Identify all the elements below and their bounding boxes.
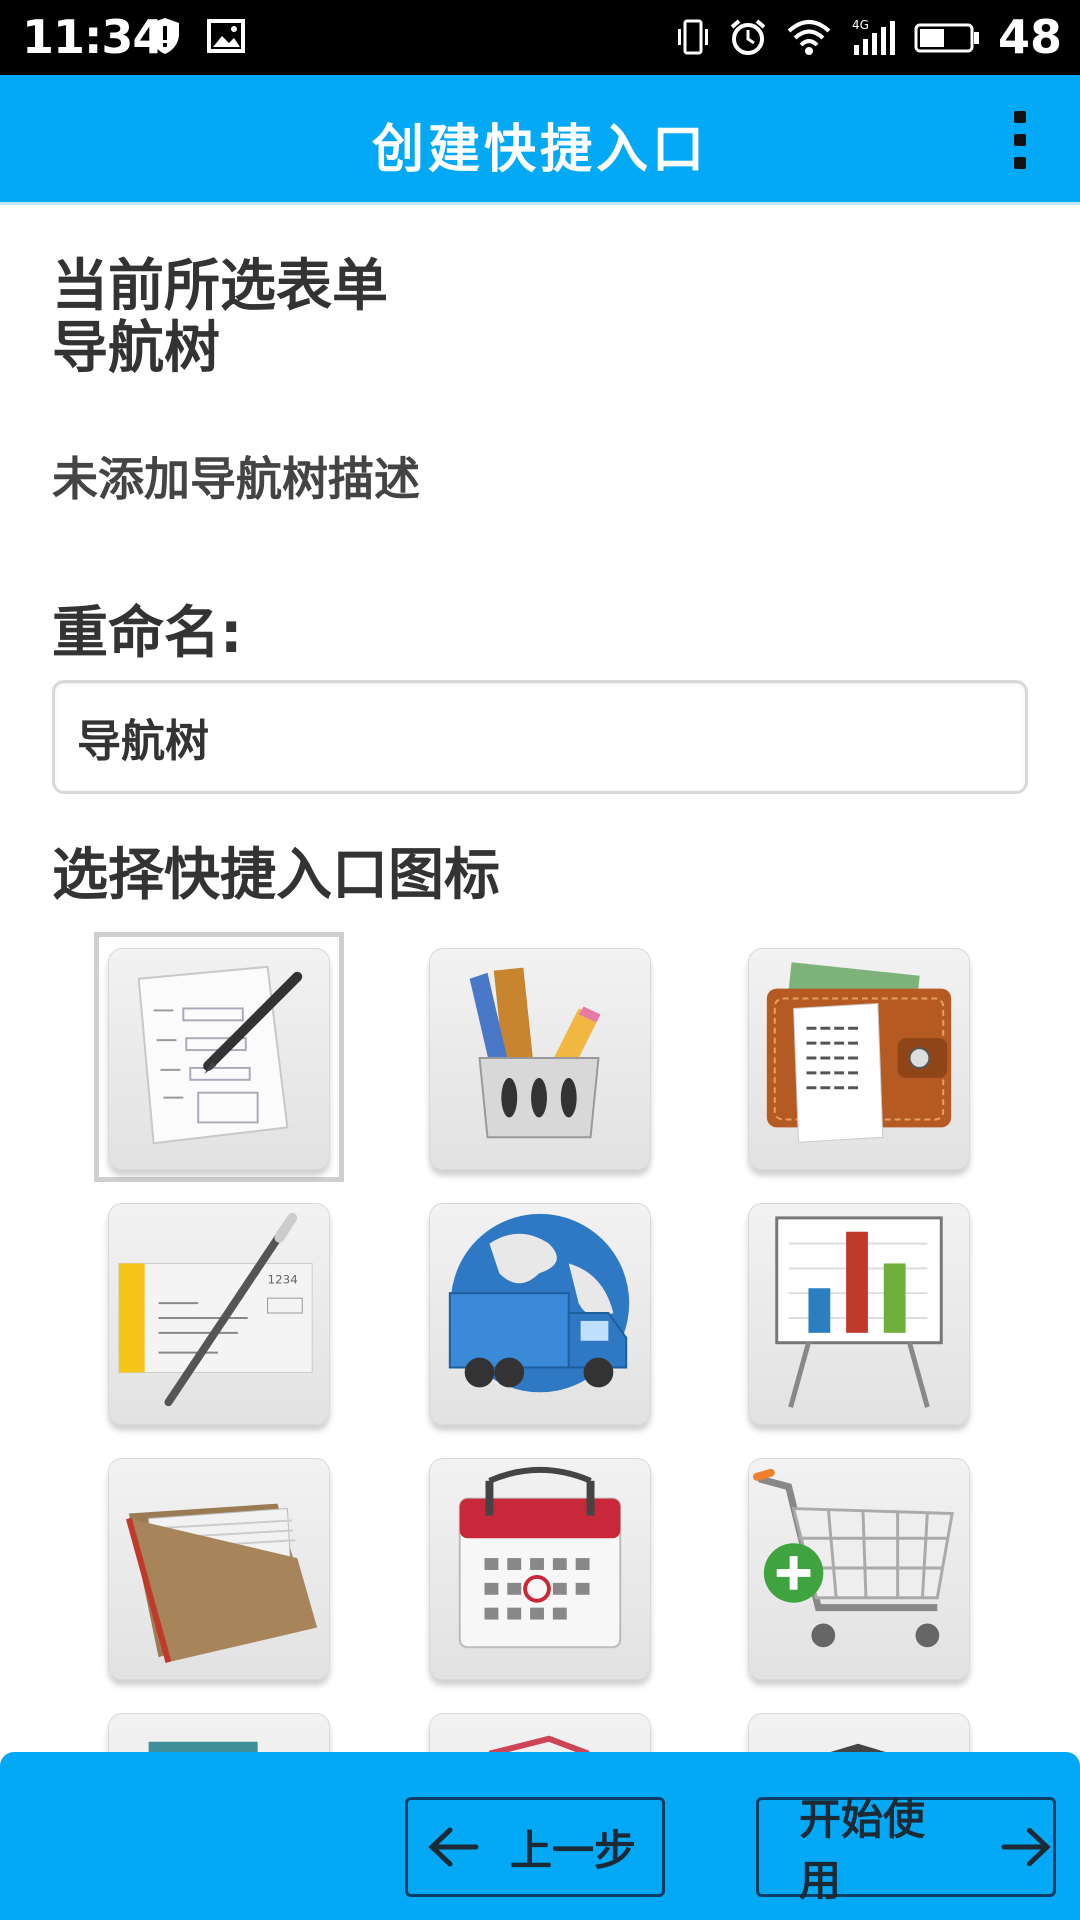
globe-truck-icon bbox=[448, 1213, 630, 1393]
current-form-label: 当前所选表单 bbox=[52, 254, 388, 319]
file-folder-icon bbox=[125, 1503, 318, 1663]
wallet-icon bbox=[766, 962, 952, 1143]
battery-level: 48 bbox=[997, 10, 1062, 64]
status-time: 11:34 bbox=[22, 10, 164, 64]
icon-option[interactable] bbox=[748, 1458, 970, 1680]
icon-option[interactable] bbox=[429, 1458, 651, 1680]
calendar-icon bbox=[458, 1467, 622, 1649]
main-content: 当前所选表单 导航树 未添加导航树描述 重命名: 选择快捷入口图标 bbox=[0, 208, 1080, 1753]
page-title: 创建快捷入口 bbox=[371, 120, 708, 180]
arrow-right-icon bbox=[1001, 1827, 1051, 1867]
icon-section-label: 选择快捷入口图标 bbox=[52, 843, 500, 908]
start-button-label: 开始使用 bbox=[799, 1795, 926, 1905]
shield-icon bbox=[151, 18, 179, 54]
current-form-name: 导航树 bbox=[52, 316, 220, 381]
icon-option[interactable] bbox=[429, 1713, 651, 1753]
shopping-cart-add-icon bbox=[752, 1468, 954, 1648]
svg-text:1234: 1234 bbox=[268, 1272, 298, 1286]
icon-option[interactable] bbox=[748, 1713, 970, 1753]
previous-button-label: 上一步 bbox=[510, 1825, 637, 1875]
vibrate-icon bbox=[677, 19, 708, 55]
icon-option[interactable] bbox=[108, 1713, 330, 1753]
partial-icon bbox=[488, 1735, 590, 1753]
arrow-left-icon bbox=[428, 1827, 479, 1867]
icon-option[interactable] bbox=[748, 1203, 970, 1425]
partial-icon bbox=[148, 1741, 258, 1753]
start-button[interactable]: 开始使用 bbox=[756, 1795, 1056, 1905]
chart-easel-icon bbox=[775, 1216, 943, 1408]
icon-option[interactable] bbox=[748, 948, 970, 1170]
icon-option[interactable] bbox=[108, 1458, 330, 1680]
status-bar: 11:34 4G 48 bbox=[0, 0, 1080, 75]
svg-text:4G: 4G bbox=[852, 18, 869, 32]
more-vertical-icon[interactable] bbox=[1000, 105, 1040, 175]
partial-icon bbox=[827, 1743, 889, 1753]
form-description: 未添加导航树描述 bbox=[52, 452, 420, 506]
icon-option[interactable] bbox=[429, 1203, 651, 1425]
rename-label: 重命名: bbox=[52, 601, 243, 666]
signal-4g-icon: 4G bbox=[852, 18, 895, 55]
wifi-icon bbox=[787, 20, 831, 55]
check-pen-icon: 1234 bbox=[118, 1212, 313, 1407]
stationery-cup-icon bbox=[469, 967, 601, 1139]
icon-option[interactable]: 1234 bbox=[108, 1203, 330, 1425]
rename-input[interactable] bbox=[52, 680, 1028, 794]
app-bar: 创建快捷入口 bbox=[0, 75, 1080, 205]
alarm-icon bbox=[730, 19, 766, 55]
icon-option[interactable] bbox=[108, 948, 330, 1170]
previous-button[interactable]: 上一步 bbox=[405, 1797, 665, 1897]
image-icon bbox=[207, 19, 245, 53]
bottom-bar: 上一步 开始使用 bbox=[0, 1752, 1080, 1920]
battery-icon bbox=[914, 23, 979, 53]
form-pen-icon bbox=[137, 965, 303, 1145]
icon-option[interactable] bbox=[429, 948, 651, 1170]
